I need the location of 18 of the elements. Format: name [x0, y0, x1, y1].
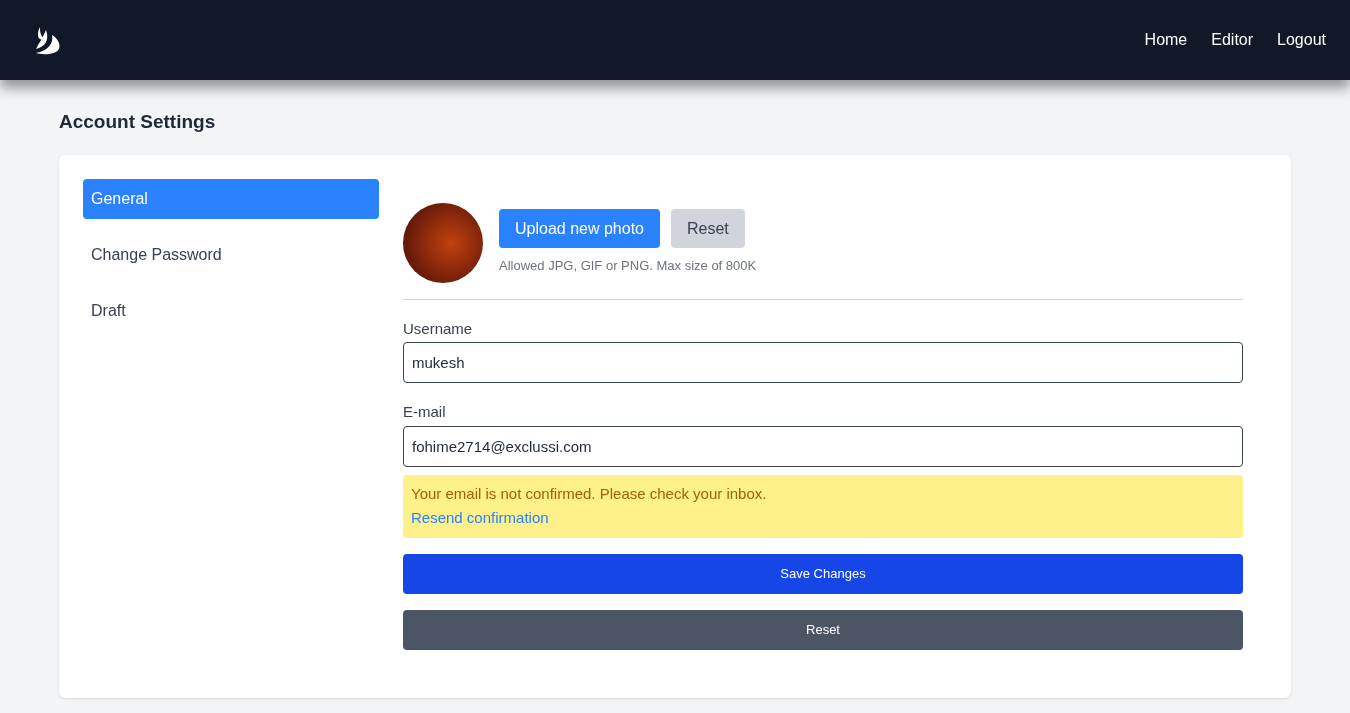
- logo-icon[interactable]: [34, 25, 62, 55]
- alert-message: Your email is not confirmed. Please check your inbox.: [411, 483, 768, 504]
- photo-hint: Allowed JPG, GIF or PNG. Max size of 800K: [499, 257, 757, 276]
- reset-button[interactable]: Reset: [403, 609, 1243, 650]
- page-title: Account Settings: [59, 110, 217, 134]
- sidebar-item[interactable]: General: [83, 178, 379, 219]
- input-field[interactable]: mukesh: [403, 342, 1243, 383]
- sidebar-item[interactable]: Change Password: [83, 234, 379, 275]
- nav-link[interactable]: Logout: [1277, 28, 1326, 52]
- input-field[interactable]: fohime2714@exclussi.com: [403, 425, 1243, 467]
- field-label: E-mail: [403, 402, 447, 422]
- field-label: Username: [403, 318, 474, 339]
- upload-photo-button[interactable]: Upload new photo: [499, 209, 660, 249]
- sidebar-item[interactable]: Draft: [83, 290, 379, 331]
- save-button[interactable]: Save Changes: [403, 553, 1243, 594]
- reset-photo-button[interactable]: Reset: [671, 209, 745, 249]
- nav-link[interactable]: Editor: [1211, 28, 1254, 52]
- nav-link[interactable]: Home: [1144, 28, 1188, 52]
